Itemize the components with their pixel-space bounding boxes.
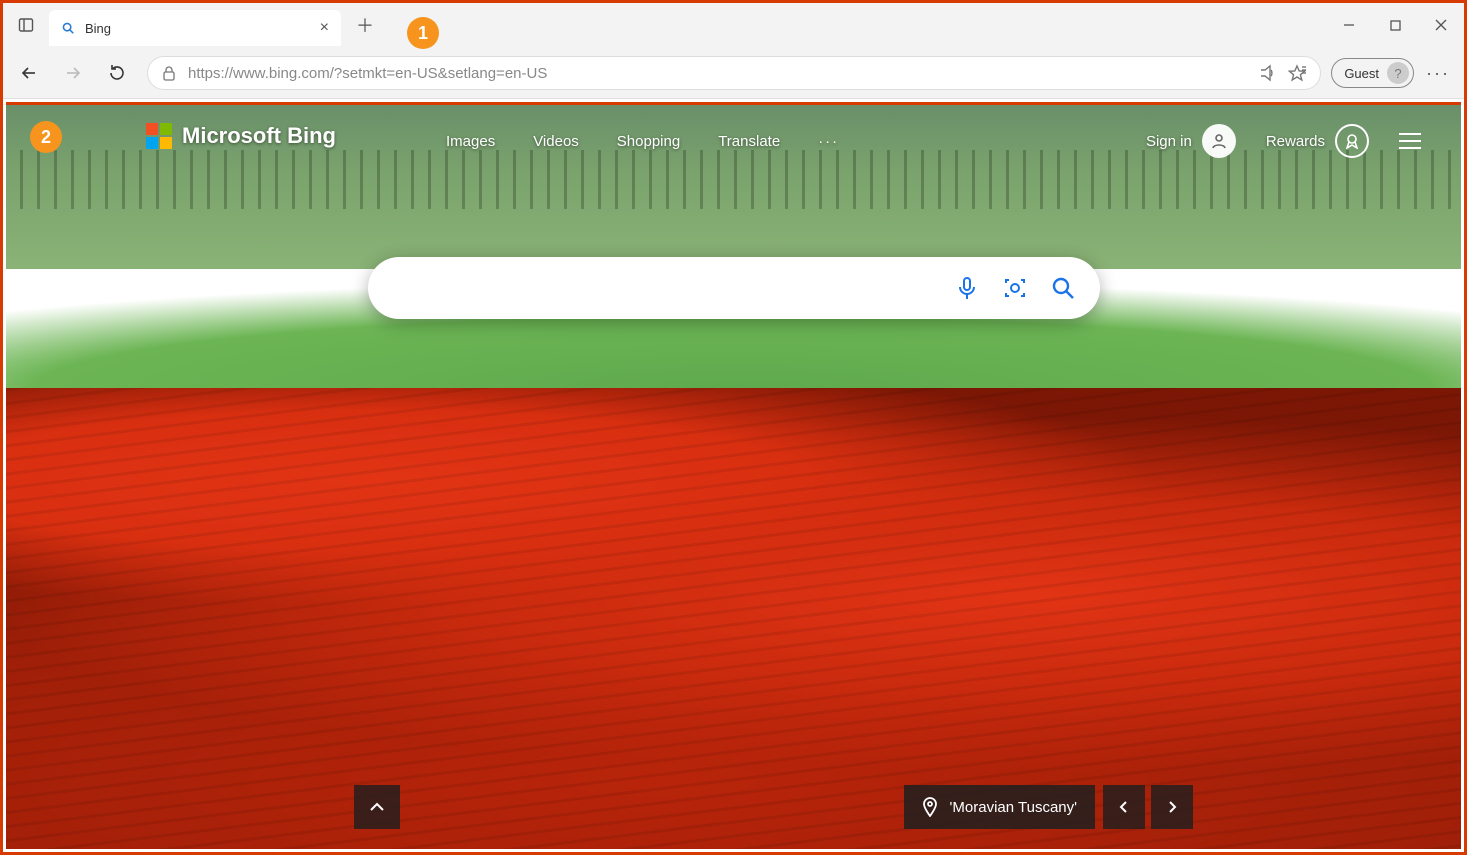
image-location-label: 'Moravian Tuscany' xyxy=(950,799,1077,816)
user-icon xyxy=(1202,124,1236,158)
new-tab-button[interactable]: ＋ xyxy=(349,9,381,41)
bing-footer: 'Moravian Tuscany' xyxy=(6,785,1461,829)
next-image-button[interactable] xyxy=(1151,785,1193,829)
read-aloud-icon[interactable] xyxy=(1258,64,1276,82)
bing-nav: Images Videos Shopping Translate ··· xyxy=(446,133,839,150)
annotation-badge-1: 1 xyxy=(407,17,439,49)
nav-videos[interactable]: Videos xyxy=(533,133,579,150)
tab-title: Bing xyxy=(85,21,111,36)
title-bar: Bing × ＋ 1 xyxy=(3,3,1464,47)
profile-button[interactable]: Guest ? xyxy=(1331,58,1414,88)
expand-up-button[interactable] xyxy=(354,785,400,829)
address-bar[interactable] xyxy=(147,56,1321,90)
annotation-badge-2: 2 xyxy=(30,121,62,153)
signin-label: Sign in xyxy=(1146,133,1192,150)
location-pin-icon xyxy=(922,797,938,817)
forward-button xyxy=(53,53,93,93)
image-search-icon[interactable] xyxy=(1002,275,1028,301)
bing-header: Microsoft Bing Images Videos Shopping Tr… xyxy=(6,105,1461,177)
window-controls xyxy=(1326,3,1464,47)
lock-icon xyxy=(162,65,176,81)
nav-translate[interactable]: Translate xyxy=(718,133,780,150)
bing-favicon-icon xyxy=(61,21,75,35)
page-viewport: 2 Microsoft Bing Images Videos Shopping … xyxy=(6,102,1461,849)
url-input[interactable] xyxy=(188,65,1246,82)
nav-images[interactable]: Images xyxy=(446,133,495,150)
minimize-button[interactable] xyxy=(1326,3,1372,47)
refresh-button[interactable] xyxy=(97,53,137,93)
rewards-button[interactable]: Rewards xyxy=(1266,124,1369,158)
favorites-icon[interactable] xyxy=(1288,64,1306,82)
rewards-label: Rewards xyxy=(1266,133,1325,150)
rewards-medal-icon xyxy=(1335,124,1369,158)
signin-button[interactable]: Sign in xyxy=(1146,124,1236,158)
avatar-icon: ? xyxy=(1387,62,1409,84)
close-tab-icon[interactable]: × xyxy=(320,20,329,36)
bing-homepage: 2 Microsoft Bing Images Videos Shopping … xyxy=(6,105,1461,849)
profile-label: Guest xyxy=(1344,66,1379,81)
search-box xyxy=(368,257,1100,319)
back-button[interactable] xyxy=(9,53,49,93)
tab-actions-icon[interactable] xyxy=(3,17,49,33)
hamburger-menu-icon[interactable] xyxy=(1399,133,1421,149)
voice-search-icon[interactable] xyxy=(954,275,980,301)
prev-image-button[interactable] xyxy=(1103,785,1145,829)
nav-shopping[interactable]: Shopping xyxy=(617,133,680,150)
nav-more-icon[interactable]: ··· xyxy=(818,133,839,150)
microsoft-tiles-icon xyxy=(146,123,172,149)
browser-toolbar: Guest ? ··· xyxy=(3,47,1464,99)
bing-logo-text: Microsoft Bing xyxy=(182,123,336,149)
image-info-button[interactable]: 'Moravian Tuscany' xyxy=(904,785,1095,829)
more-menu-button[interactable]: ··· xyxy=(1418,53,1458,93)
search-input[interactable] xyxy=(392,278,954,299)
close-window-button[interactable] xyxy=(1418,3,1464,47)
maximize-button[interactable] xyxy=(1372,3,1418,47)
page-scroll-region[interactable]: 2 Microsoft Bing Images Videos Shopping … xyxy=(6,105,1461,849)
browser-chrome: Bing × ＋ 1 Guest ? xyxy=(3,3,1464,99)
bing-logo[interactable]: Microsoft Bing xyxy=(146,123,336,149)
browser-tab[interactable]: Bing × xyxy=(49,10,341,46)
search-icon[interactable] xyxy=(1050,275,1076,301)
